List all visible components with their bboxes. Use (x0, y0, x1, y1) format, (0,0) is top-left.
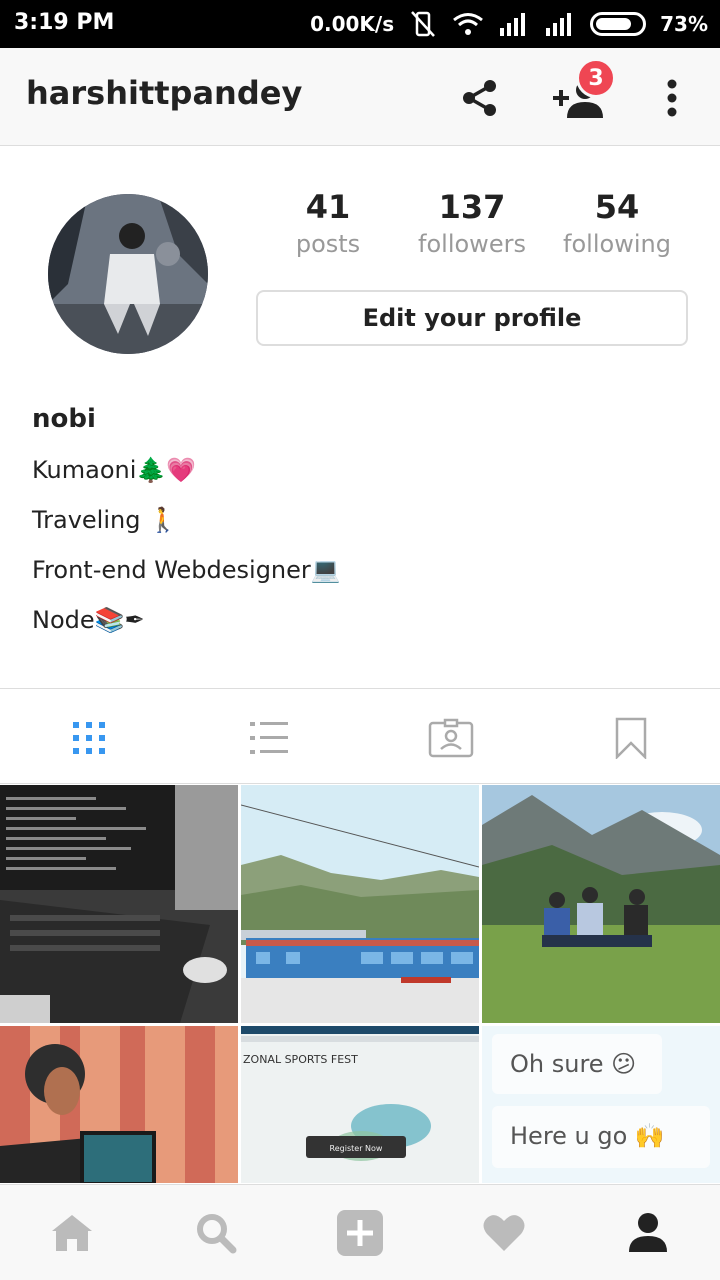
more-vert-icon[interactable] (650, 76, 694, 120)
chat-text-1: Oh sure 😕 (510, 1050, 636, 1078)
status-time: 3:19 PM (14, 10, 115, 35)
bio-name: nobi (32, 404, 96, 434)
battery-percent: 73% (660, 12, 708, 36)
grid-post-friends[interactable] (482, 785, 720, 1023)
photo-grid: ZONAL SPORTS FEST Register Now Oh sure 😕… (0, 785, 720, 1183)
tagged-photos-icon[interactable] (428, 717, 474, 759)
notification-badge: 3 (576, 58, 616, 98)
stat-followers[interactable]: 137 followers (397, 188, 547, 258)
chat-text-2: Here u go 🙌 (510, 1122, 665, 1150)
wifi-icon (453, 13, 484, 35)
stat-posts[interactable]: 41 posts (253, 188, 403, 258)
grid-view-icon[interactable] (68, 717, 110, 759)
add-post-icon[interactable] (336, 1209, 384, 1257)
grid-post-sports-fest[interactable]: ZONAL SPORTS FEST Register Now (241, 1026, 479, 1183)
battery-icon (590, 12, 647, 36)
list-view-icon[interactable] (248, 717, 290, 759)
signal-icon-1 (500, 13, 526, 36)
stat-posts-label: posts (295, 230, 361, 258)
signal-icon-2 (546, 13, 572, 36)
stat-followers-value: 137 (438, 188, 506, 226)
grid-post-portrait[interactable] (0, 1026, 238, 1183)
grid-post-chat[interactable]: Oh sure 😕 Here u go 🙌 (482, 1026, 720, 1183)
app-bar: harshittpandey 3 (0, 48, 720, 146)
bio-line: Kumaoni🌲💗 (32, 456, 197, 484)
grid-post-laptop[interactable] (0, 785, 238, 1023)
profile-icon[interactable] (624, 1209, 672, 1257)
profile-avatar[interactable] (48, 194, 208, 354)
saved-bookmark-icon[interactable] (610, 717, 652, 759)
bio-line: Node📚✒ (32, 606, 145, 634)
register-now-label: Register Now (330, 1144, 383, 1153)
stat-following-value: 54 (594, 188, 640, 226)
stat-followers-label: followers (418, 230, 526, 258)
sports-fest-title: ZONAL SPORTS FEST (243, 1053, 358, 1066)
profile-username: harshittpandey (26, 74, 303, 112)
bottom-navigation (0, 1184, 720, 1280)
bio-line: Front-end Webdesigner💻 (32, 556, 341, 584)
edit-profile-button[interactable]: Edit your profile (256, 290, 688, 346)
stat-posts-value: 41 (305, 188, 351, 226)
search-icon[interactable] (192, 1209, 240, 1257)
grid-post-train[interactable] (241, 785, 479, 1023)
heart-activity-icon[interactable] (480, 1209, 528, 1257)
status-bar: 3:19 PM 0.00K/s 73% (0, 0, 720, 48)
share-icon[interactable] (458, 76, 502, 120)
stat-following-label: following (563, 230, 671, 258)
network-speed: 0.00K/s (310, 12, 395, 36)
bio-line: Traveling 🚶 (32, 506, 178, 534)
vibrate-off-icon (411, 11, 436, 37)
stat-following[interactable]: 54 following (542, 188, 692, 258)
status-right: 0.00K/s 73% (310, 10, 708, 38)
profile-tabs (0, 688, 720, 784)
home-icon[interactable] (48, 1209, 96, 1257)
